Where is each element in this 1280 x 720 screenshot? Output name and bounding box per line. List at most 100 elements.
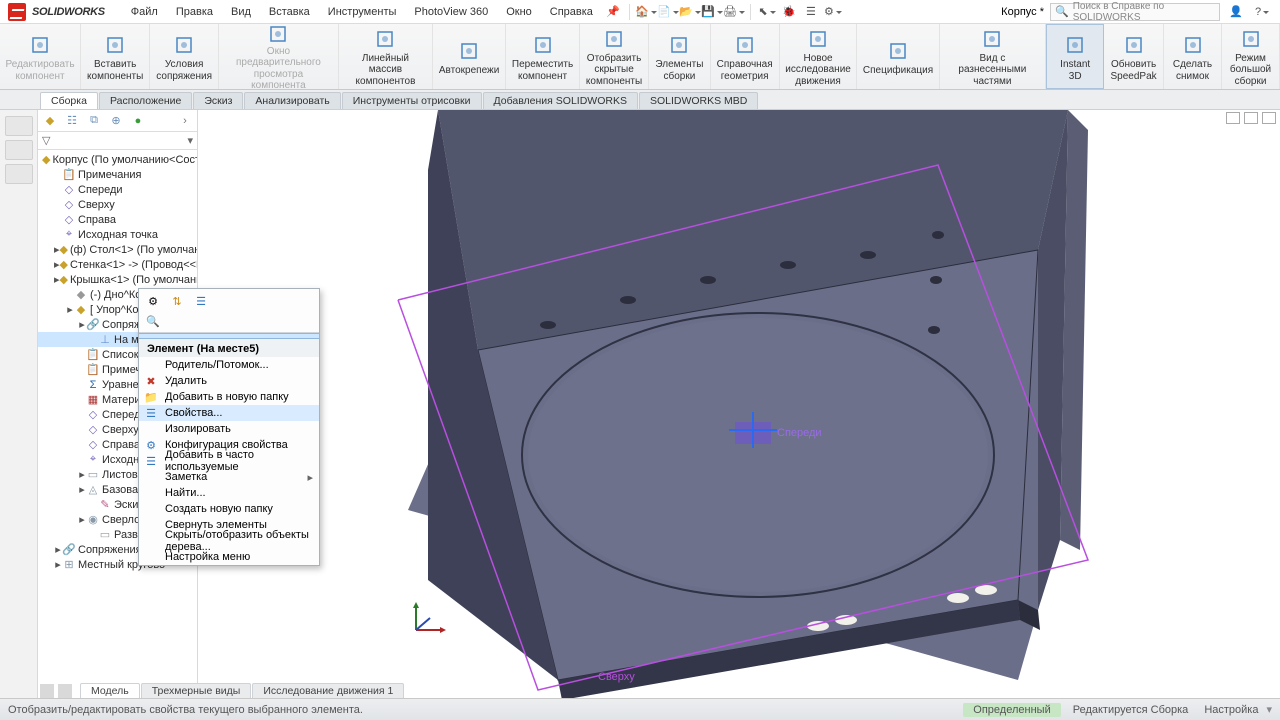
menu-edit[interactable]: Правка [168,4,221,20]
menu-photoview[interactable]: PhotoView 360 [406,4,496,20]
menu-view[interactable]: Вид [223,4,259,20]
tree-tab-icon[interactable]: ☷ [64,113,80,129]
ribbon-button[interactable]: Отобразитьскрытыекомпоненты [580,24,649,89]
ribbon-button[interactable]: Спецификация [857,24,939,89]
context-menu-item[interactable]: ✖Удалить [139,373,319,389]
context-menu-item[interactable]: Изолировать [139,421,319,437]
context-item-label: Родитель/Потомок... [165,359,269,371]
context-item-label: Свойства... [165,407,222,419]
command-tab[interactable]: Расположение [99,92,192,109]
context-menu-item[interactable]: Скрыть/отобразить объекты дерева... [139,533,319,549]
tree-node[interactable]: ▸◆Крышка<1> (По умолчанию<< [38,272,197,287]
bug-icon[interactable]: 🐞 [781,4,797,20]
status-settings[interactable]: Настройка [1196,704,1266,716]
menu-insert[interactable]: Вставка [261,4,318,20]
gear-icon[interactable]: ⚙ [825,4,841,20]
context-menu-item[interactable]: Создать новую папку [139,501,319,517]
ribbon-button[interactable]: Справочнаягеометрия [711,24,780,89]
ribbon-button[interactable]: Линейный массивкомпонентов [339,24,433,89]
list-icon[interactable]: ☰ [803,4,819,20]
ribbon-label: Окно предварительногопросмотра компонент… [227,46,330,92]
ribbon-icon [733,33,757,57]
tree-tab-icon[interactable]: ⊕ [108,113,124,129]
ribbon-button[interactable]: Переместитькомпонент [506,24,580,89]
tree-tab-icon[interactable]: ◆ [42,113,58,129]
ribbon-label: Спецификация [863,65,933,77]
bottom-tab-nav[interactable] [58,684,72,698]
tree-root[interactable]: ◆Корпус (По умолчанию<Состояни [38,152,197,167]
command-tab[interactable]: SOLIDWORKS MBD [639,92,758,109]
tree-tab-more[interactable]: › [177,113,193,129]
save-icon[interactable]: 💾 [704,4,720,20]
pin-icon[interactable]: 📌 [605,4,621,20]
help-search-input[interactable]: 🔍 Поиск в Справке по SOLIDWORKS [1050,3,1220,21]
ribbon-button[interactable]: Вставитькомпоненты [81,24,150,89]
context-menu-item[interactable]: Найти... [139,485,319,501]
tree-node[interactable]: ⌖Исходная точка [38,227,197,242]
ribbon-button[interactable]: Редактироватькомпонент [0,24,81,89]
tree-node-icon: ▭ [98,529,112,541]
status-message: Отобразить/редактировать свойства текуще… [8,704,363,716]
cursor-icon[interactable]: ⬉ [759,4,775,20]
ribbon-button[interactable]: Вид с разнесеннымичастями [940,24,1047,89]
menu-window[interactable]: Окно [498,4,540,20]
status-bar: Отобразить/редактировать свойства текуще… [0,698,1280,720]
command-tab[interactable]: Анализировать [244,92,340,109]
tree-node[interactable]: ◇Спереди [38,182,197,197]
tree-node[interactable]: ▸◆(ф) Стол<1> (По умолчанию<< [38,242,197,257]
command-tab[interactable]: Эскиз [193,92,243,109]
viewport-3d[interactable]: Спереди Сверху [198,110,1280,698]
ribbon-button[interactable]: Условиясопряжения [150,24,219,89]
tree-node[interactable]: ◇Сверху [38,197,197,212]
tree-node[interactable]: 📋Примечания [38,167,197,182]
command-tab[interactable]: Сборка [40,92,98,109]
context-menu-item[interactable]: 📁Добавить в новую папку [139,389,319,405]
ribbon-label: Линейный массивкомпонентов [347,53,424,88]
help-icon[interactable]: ? [1254,4,1270,20]
bottom-tab-motion[interactable]: Исследование движения 1 [252,683,404,698]
tree-filter[interactable]: ▽▾ [38,132,197,150]
print-icon[interactable]: 🖨 [726,4,742,20]
ribbon-button[interactable]: Сделатьснимок [1164,24,1222,89]
ctx-tool-icon[interactable]: ☰ [193,293,209,309]
ribbon-button[interactable]: Автокрепежи [433,24,506,89]
tree-tab-icon[interactable]: ● [130,113,146,129]
ribbon-button[interactable]: Режимбольшойсборки [1222,24,1280,89]
strip-btn[interactable] [5,164,33,184]
ctx-tool-icon[interactable]: ⚙ [145,293,161,309]
strip-btn[interactable] [5,116,33,136]
menu-tools[interactable]: Инструменты [320,4,405,20]
tree-node-icon: ◇ [86,409,100,421]
ribbon-button[interactable]: Новоеисследованиедвижения [780,24,858,89]
home-icon[interactable]: 🏠 [638,4,654,20]
ribbon-label: Элементысборки [655,59,703,82]
context-item-icon: ☰ [144,454,158,468]
strip-btn[interactable] [5,140,33,160]
ctx-tool-icon[interactable]: ⇅ [169,293,185,309]
command-tab[interactable]: Инструменты отрисовки [342,92,482,109]
context-menu-item[interactable]: Родитель/Потомок... [139,357,319,373]
ribbon-button[interactable]: Окно предварительногопросмотра компонент… [219,24,339,89]
tree-node[interactable]: ▸◆Стенка<1> -> (Провод<<По ум [38,257,197,272]
context-menu-item[interactable]: ☰Свойства... [139,405,319,421]
bottom-tab-model[interactable]: Модель [80,683,140,698]
context-menu-item[interactable]: Заметка▸ [139,469,319,485]
help-search-placeholder: Поиск в Справке по SOLIDWORKS [1073,1,1215,23]
context-menu-item[interactable]: ☰Добавить в часто используемые [139,453,319,469]
bottom-tab-nav[interactable] [40,684,54,698]
bottom-tab-3dviews[interactable]: Трехмерные виды [141,683,252,698]
context-menu-item[interactable]: Настройка меню [139,549,319,565]
user-icon[interactable]: 👤 [1228,4,1244,20]
ctx-tool-icon[interactable]: 🔍 [145,313,161,329]
new-icon[interactable]: 📄 [660,4,676,20]
open-icon[interactable]: 📂 [682,4,698,20]
ribbon-button[interactable]: Instant3D [1046,24,1104,89]
ribbon-label: Переместитькомпонент [512,59,573,82]
menu-file[interactable]: Файл [123,4,166,20]
tree-tab-icon[interactable]: ⧉ [86,113,102,129]
ribbon-button[interactable]: Элементысборки [649,24,711,89]
ribbon-button[interactable]: ОбновитьSpeedPak [1104,24,1164,89]
command-tab[interactable]: Добавления SOLIDWORKS [483,92,638,109]
tree-node[interactable]: ◇Справа [38,212,197,227]
menu-help[interactable]: Справка [542,4,601,20]
